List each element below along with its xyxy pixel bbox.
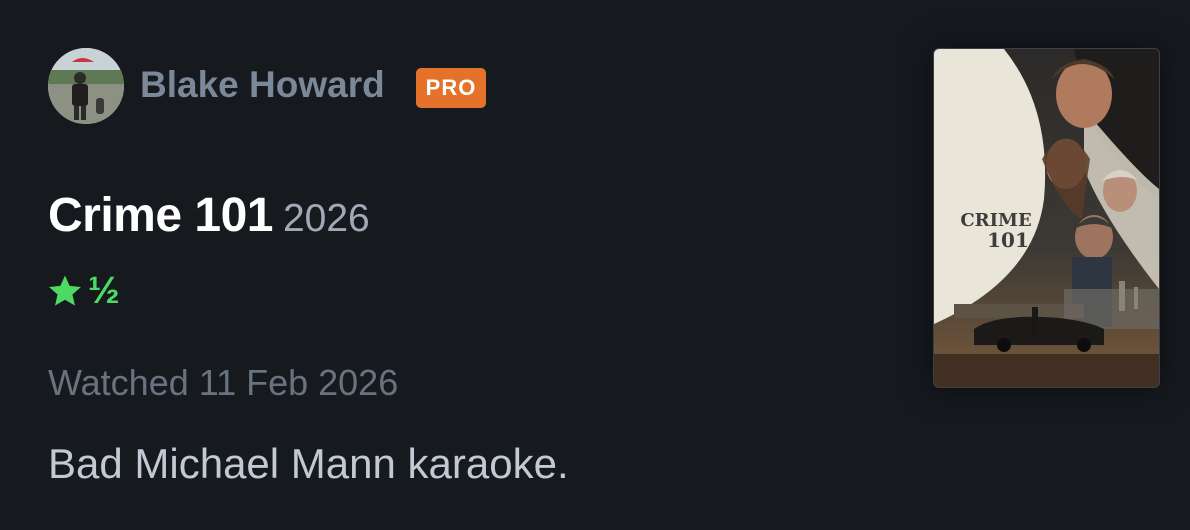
film-year[interactable]: 2026 [283,197,370,240]
star-icon [49,275,81,306]
film-title[interactable]: Crime 101 [48,189,273,242]
film-heading: Crime 101 2026 [48,188,370,243]
author-avatar[interactable] [48,48,124,124]
pro-badge: PRO [416,68,486,108]
avatar-photo-icon [48,48,124,124]
half-star-icon: ½ [88,270,120,312]
poster-title-line2: 101 [987,228,1029,252]
poster-artwork-icon: CRIME 101 [934,49,1159,387]
star-rating: ½ [46,272,120,310]
watched-date: Watched 11 Feb 2026 [48,362,399,403]
review-card: Blake Howard PRO Crime 101 2026 ½ Watched… [0,0,1190,530]
film-poster[interactable]: CRIME 101 [933,48,1160,388]
author-name[interactable]: Blake Howard [140,64,385,106]
review-text: Bad Michael Mann karaoke. [48,440,569,487]
